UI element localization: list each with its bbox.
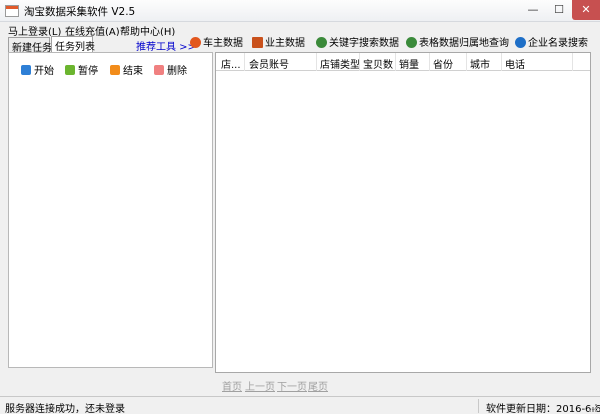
tab-new-task[interactable]: 新建任务 <box>8 37 52 54</box>
pager-prev[interactable]: 上一页 <box>245 378 275 393</box>
status-bar: 服务器连接成功，还未登录 软件更新日期：2016-6-6 <box>0 396 600 414</box>
pager-last[interactable]: 尾页 <box>308 378 328 393</box>
gear-icon <box>316 37 327 48</box>
minimize-button[interactable]: — <box>520 0 546 20</box>
close-button[interactable]: ✕ <box>572 0 600 20</box>
table-header: 店... 会员账号 店铺类型 宝贝数 销量 省份 城市 电话 <box>216 53 590 71</box>
col-city[interactable]: 城市 <box>470 56 490 71</box>
table-icon <box>406 37 417 48</box>
car-icon <box>190 37 201 48</box>
update-date: 软件更新日期：2016-6-6 <box>486 404 600 414</box>
search-icon <box>515 37 526 48</box>
pager-first[interactable]: 首页 <box>222 378 242 393</box>
resize-grip-icon[interactable] <box>588 403 598 413</box>
house-icon <box>252 37 263 48</box>
recommend-label: 推荐工具 >> <box>136 42 196 53</box>
col-shop[interactable]: 店... <box>221 56 241 71</box>
pager-next[interactable]: 下一页 <box>277 378 307 393</box>
pause-icon <box>65 65 75 75</box>
stop-button[interactable]: 结束 <box>110 62 143 77</box>
tool-company-search[interactable]: 企业名录搜索 <box>515 37 588 51</box>
maximize-button[interactable]: ☐ <box>546 0 572 20</box>
menu-bar: 马上登录(L) 在线充值(A) 帮助中心(H) <box>0 22 600 38</box>
toolbar: 新建任务 任务列表 推荐工具 >> 车主数据 业主数据 关键字搜索数据 表格数据… <box>0 36 600 54</box>
title-bar: 淘宝数据采集软件 V2.5 — ☐ ✕ <box>0 0 600 22</box>
tool-keyword-search[interactable]: 关键字搜索数据 <box>316 37 399 51</box>
tool-table-location[interactable]: 表格数据归属地查询 <box>406 37 509 51</box>
start-button[interactable]: 开始 <box>21 62 54 77</box>
col-shop-type[interactable]: 店铺类型 <box>320 56 360 71</box>
results-table[interactable]: 店... 会员账号 店铺类型 宝贝数 销量 省份 城市 电话 <box>215 52 591 373</box>
tab-task-list[interactable]: 任务列表 <box>51 36 95 53</box>
col-phone[interactable]: 电话 <box>505 56 525 71</box>
col-item-count[interactable]: 宝贝数 <box>363 56 393 71</box>
status-message: 服务器连接成功，还未登录 <box>5 404 125 414</box>
col-member-account[interactable]: 会员账号 <box>249 56 289 71</box>
tool-house-owner[interactable]: 业主数据 <box>252 37 305 51</box>
delete-icon <box>154 65 164 75</box>
play-icon <box>21 65 31 75</box>
stop-icon <box>110 65 120 75</box>
col-sales[interactable]: 销量 <box>399 56 419 71</box>
pause-button[interactable]: 暂停 <box>65 62 98 77</box>
window-title: 淘宝数据采集软件 V2.5 <box>24 6 136 18</box>
delete-button[interactable]: 删除 <box>154 62 187 77</box>
tool-car-owner[interactable]: 车主数据 <box>190 37 243 51</box>
app-icon <box>5 5 19 17</box>
col-province[interactable]: 省份 <box>433 56 453 71</box>
task-action-panel: 开始 暂停 结束 删除 <box>8 52 213 368</box>
